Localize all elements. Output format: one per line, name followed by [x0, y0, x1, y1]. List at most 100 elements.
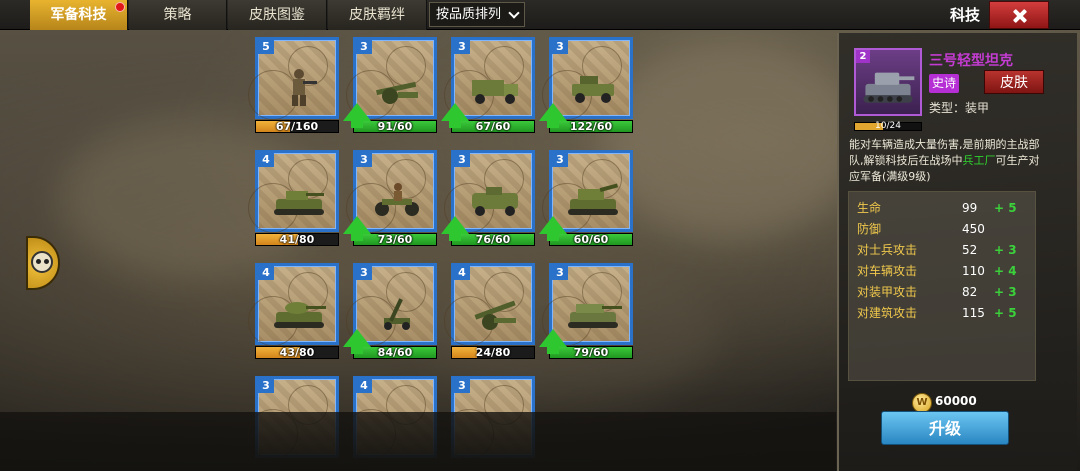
card-level-badge: 3	[454, 40, 470, 54]
skin-button[interactable]: 皮肤	[984, 70, 1044, 94]
upgrade-arrow-icon	[539, 329, 567, 354]
card-level-badge: 3	[552, 153, 568, 167]
unit-card[interactable]: 4 43/80	[248, 263, 339, 363]
stat-row: 生命 99 + 5	[857, 198, 1027, 218]
card-level-badge: 4	[258, 153, 274, 167]
motorcycle-icon	[368, 179, 426, 219]
side-drawer-handle[interactable]	[26, 236, 60, 290]
stat-name: 对士兵攻击	[857, 243, 918, 257]
upgrade-arrow-icon	[343, 329, 371, 354]
unit-card[interactable]: 3 73/60	[343, 150, 437, 250]
light-tank-icon	[270, 179, 328, 219]
card-progress-bar: 79/60	[549, 346, 633, 359]
jeep-icon	[564, 66, 622, 106]
spg-icon	[564, 179, 622, 219]
stat-row: 对车辆攻击 110 + 4	[857, 261, 1027, 281]
armored-car-icon	[466, 179, 524, 219]
tab-strategy[interactable]: 策略	[129, 0, 227, 30]
stats-table: 生命 99 + 5 防御 450 对士兵攻击 52 + 3 对车辆攻击 110 + 4 对装甲攻击 82…	[848, 191, 1036, 381]
upgrade-button[interactable]: 升级	[881, 411, 1009, 445]
unit-card[interactable]: 4 24/80	[444, 263, 535, 363]
upgrade-arrow-icon	[343, 103, 371, 128]
page-title: 科技	[949, 6, 980, 24]
rarity-badge: 史诗	[929, 74, 959, 93]
truck-icon	[466, 66, 524, 106]
upgrade-arrow-icon	[343, 216, 371, 241]
stat-row: 防御 450	[857, 219, 1027, 239]
card-level-badge: 5	[258, 40, 274, 54]
unit-card-frame: 5	[248, 37, 339, 120]
card-level-badge: 4	[258, 266, 274, 280]
stat-value: 115	[962, 306, 985, 320]
upgrade-cost: 60000	[935, 394, 977, 408]
unit-card-frame: 4	[444, 263, 535, 346]
tab-skin-collection[interactable]: 皮肤图鉴	[228, 0, 327, 30]
unit-card[interactable]: 3 76/60	[441, 150, 535, 250]
unit-card[interactable]: 3 67/60	[441, 37, 535, 137]
card-level-badge: 3	[454, 153, 470, 167]
soldier-icon	[270, 66, 328, 106]
unit-portrait: 2	[854, 48, 922, 116]
card-progress-text: 41/80	[279, 233, 315, 246]
tab-military-tech[interactable]: 军备科技	[30, 0, 128, 30]
upgrade-arrow-icon	[441, 103, 469, 128]
unit-card[interactable]: 3 122/60	[539, 37, 633, 137]
card-progress-text: 84/60	[377, 346, 413, 359]
stat-value: 99	[962, 201, 978, 215]
card-progress-bar: 43/80	[255, 346, 339, 359]
stat-name: 生命	[857, 201, 882, 215]
card-progress-text: 67/160	[275, 120, 319, 133]
unit-card[interactable]: 3 60/60	[539, 150, 633, 250]
stat-value: 110	[962, 264, 985, 278]
card-progress-bar: 67/60	[451, 120, 535, 133]
card-progress-bar: 84/60	[353, 346, 437, 359]
close-button[interactable]	[989, 1, 1049, 29]
stat-value: 82	[962, 285, 978, 299]
card-progress-text: 24/80	[475, 346, 511, 359]
card-progress-bar: 41/80	[255, 233, 339, 246]
card-level-badge: 3	[356, 40, 372, 54]
unit-card[interactable]: 4 41/80	[248, 150, 339, 250]
card-progress-text: 122/60	[569, 120, 613, 133]
tab-skin-bond[interactable]: 皮肤羁绊	[328, 0, 427, 30]
card-level-badge: 3	[552, 266, 568, 280]
howitzer-icon	[466, 292, 524, 332]
card-progress-text: 76/60	[475, 233, 511, 246]
card-level-badge: 3	[258, 379, 274, 393]
stat-row: 对建筑攻击 115 + 5	[857, 303, 1027, 323]
aa-gun-icon	[368, 292, 426, 332]
stat-row: 对装甲攻击 82 + 3	[857, 282, 1027, 302]
card-progress-bar: 67/160	[255, 120, 339, 133]
mascot-icon	[31, 251, 53, 273]
sort-dropdown[interactable]: 按品质排列	[429, 2, 525, 27]
stat-name: 对建筑攻击	[857, 306, 918, 320]
stat-value: 52	[962, 243, 978, 257]
unit-card[interactable]: 3 91/60	[343, 37, 437, 137]
unit-card[interactable]: 3 79/60	[539, 263, 633, 363]
tank-destroyer-icon	[564, 292, 622, 332]
card-level-badge: 4	[454, 266, 470, 280]
card-level-badge: 3	[552, 40, 568, 54]
unit-card-frame: 4	[248, 150, 339, 233]
card-progress-bar: 76/60	[451, 233, 535, 246]
unit-description: 能对车辆造成大量伤害,是前期的主战部队,解锁科技后在战场中兵工厂可生产对应军备(…	[849, 138, 1040, 183]
card-progress-bar: 24/80	[451, 346, 535, 359]
unit-detail-panel: 2 10/24 三号轻型坦克 史诗 皮肤 类型：装甲 能对车辆造成大量伤害,是前…	[837, 33, 1077, 471]
card-progress-text: 91/60	[377, 120, 413, 133]
card-progress-text: 79/60	[573, 346, 609, 359]
upgrade-arrow-icon	[441, 216, 469, 241]
stat-value: 450	[962, 222, 985, 236]
unit-card[interactable]: 3 84/60	[343, 263, 437, 363]
card-level-badge: 3	[454, 379, 470, 393]
card-progress-text: 67/60	[475, 120, 511, 133]
stat-name: 对装甲攻击	[857, 285, 918, 299]
unit-card[interactable]: 5 67/160	[248, 37, 339, 137]
card-level-badge: 3	[356, 266, 372, 280]
stat-bonus: + 4	[994, 264, 1017, 278]
cannon-icon	[368, 66, 426, 106]
card-progress-bar: 91/60	[353, 120, 437, 133]
unit-name: 三号轻型坦克	[929, 53, 1013, 69]
card-progress-bar: 60/60	[549, 233, 633, 246]
stat-name: 对车辆攻击	[857, 264, 918, 278]
stat-row: 对士兵攻击 52 + 3	[857, 240, 1027, 260]
